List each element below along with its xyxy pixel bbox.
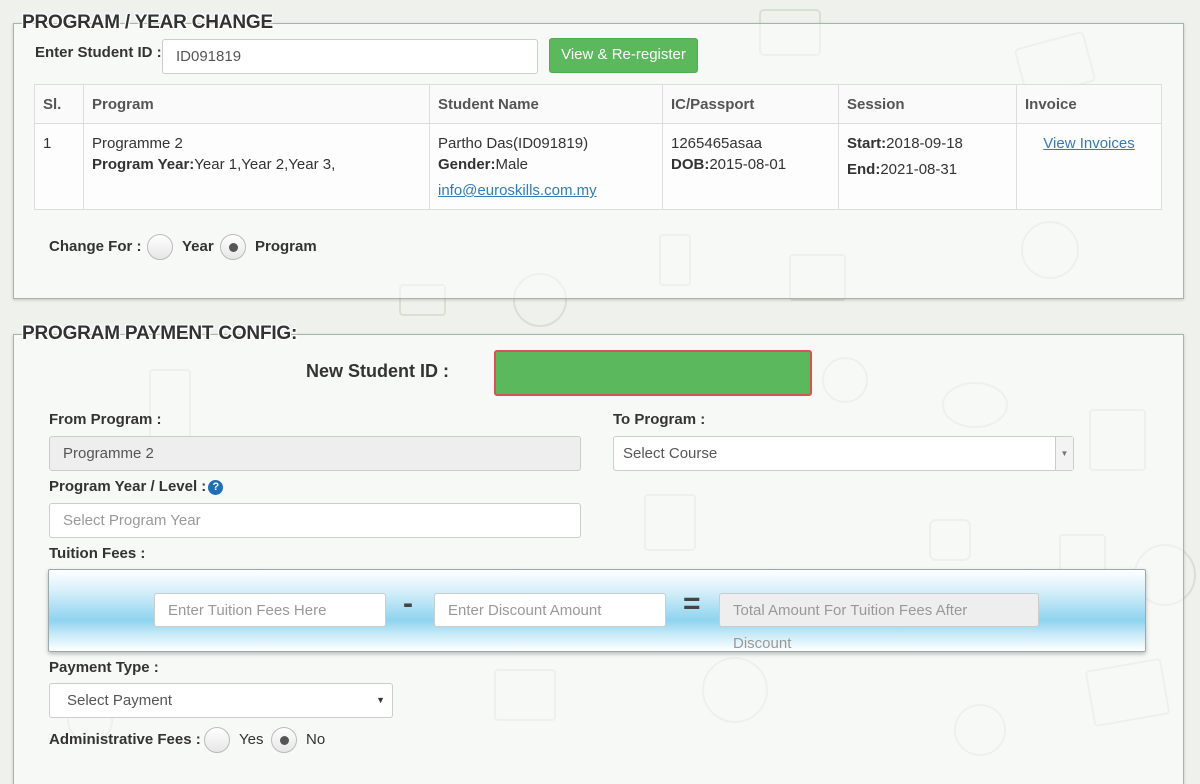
ic-value: 1265465asaa — [671, 135, 762, 152]
cell-ic-passport: 1265465asaa DOB:2015-08-01 — [662, 123, 839, 210]
cell-program: Programme 2 Program Year:Year 1,Year 2,Y… — [83, 123, 430, 210]
header-ic-passport: IC/Passport — [662, 84, 839, 124]
dob-label: DOB: — [671, 156, 710, 173]
new-student-id-field[interactable] — [494, 350, 812, 396]
help-icon[interactable]: ? — [208, 479, 224, 495]
gender-line: Gender:Male — [438, 154, 654, 175]
section1-title: PROGRAM / YEAR CHANGE — [22, 12, 273, 33]
end-value: 2021-08-31 — [880, 161, 958, 178]
table-row: 1 Programme 2 Program Year:Year 1,Year 2… — [34, 123, 1162, 210]
program-year-input[interactable]: Select Program Year — [49, 503, 581, 538]
gender-label: Gender: — [438, 156, 496, 173]
student-name: Partho Das(ID091819) — [438, 135, 589, 152]
to-program-label: To Program : — [613, 411, 706, 428]
change-for-program-radio[interactable] — [220, 234, 246, 260]
to-program-select[interactable]: Select Course ▼ — [613, 436, 1074, 471]
change-for-year-label: Year — [182, 238, 214, 255]
payment-type-label: Payment Type : — [49, 659, 159, 676]
student-id-input[interactable]: ID091819 — [162, 39, 538, 74]
total-amount-input: Total Amount For Tuition Fees After Disc… — [719, 593, 1039, 652]
admin-fees-label: Administrative Fees : — [49, 731, 201, 748]
email-link[interactable]: info@euroskills.com.my — [438, 182, 597, 199]
payment-type-value: Select Payment — [67, 692, 173, 709]
view-invoices-link[interactable]: View Invoices — [1043, 135, 1134, 152]
minus-sign: - — [403, 587, 413, 620]
email-line: info@euroskills.com.my — [438, 180, 654, 201]
start-value: 2018-09-18 — [886, 135, 963, 152]
admin-fees-no-label: No — [306, 731, 326, 748]
student-id-label: Enter Student ID : — [35, 44, 162, 61]
admin-fees-no-radio[interactable] — [271, 727, 297, 753]
header-invoice: Invoice — [1016, 84, 1162, 124]
select-arrow-icon: ▼ — [1055, 437, 1073, 470]
tuition-fees-band: Enter Tuition Fees Here - Enter Discount… — [48, 569, 1146, 652]
program-year-line: Program Year:Year 1,Year 2,Year 3, — [92, 154, 421, 175]
admin-fees-yes-label: Yes — [239, 731, 264, 748]
end-line: End:2021-08-31 — [847, 159, 1008, 180]
header-student-name: Student Name — [429, 84, 663, 124]
end-label: End: — [847, 161, 881, 178]
from-program-input: Programme 2 — [49, 436, 581, 471]
student-table: Sl. Program Student Name IC/Passport Ses… — [34, 84, 1162, 210]
new-student-id-label: New Student ID : — [306, 361, 449, 381]
program-name: Programme 2 — [92, 135, 183, 152]
gender-value: Male — [495, 156, 529, 173]
start-label: Start: — [847, 135, 887, 152]
view-reregister-button[interactable]: View & Re-register — [549, 38, 698, 73]
program-year-level-text: Program Year / Level : — [49, 478, 207, 495]
from-program-label: From Program : — [49, 411, 162, 428]
change-for-year-radio[interactable] — [147, 234, 173, 260]
header-session: Session — [838, 84, 1017, 124]
equals-sign: = — [683, 587, 701, 620]
change-for-program-label: Program — [255, 238, 317, 255]
cell-invoice: View Invoices — [1016, 123, 1162, 210]
start-line: Start:2018-09-18 — [847, 133, 1008, 154]
program-year-label: Program Year: — [92, 156, 195, 173]
tuition-fees-label: Tuition Fees : — [49, 545, 146, 562]
dob-value: 2015-08-01 — [709, 156, 787, 173]
to-program-value: Select Course — [623, 445, 718, 462]
cell-session: Start:2018-09-18 End:2021-08-31 — [838, 123, 1017, 210]
cell-student-name: Partho Das(ID091819) Gender:Male info@eu… — [429, 123, 663, 210]
section2-title: PROGRAM PAYMENT CONFIG: — [22, 323, 298, 344]
table-header-row: Sl. Program Student Name IC/Passport Ses… — [34, 84, 1162, 124]
program-year-value: Year 1,Year 2,Year 3, — [194, 156, 336, 173]
dropdown-caret-icon: ▼ — [376, 695, 385, 705]
discount-amount-input[interactable]: Enter Discount Amount — [434, 593, 666, 627]
header-program: Program — [83, 84, 430, 124]
admin-fees-yes-radio[interactable] — [204, 727, 230, 753]
program-year-level-label: Program Year / Level :? — [49, 478, 224, 495]
payment-type-select[interactable]: Select Payment ▼ — [49, 683, 393, 718]
change-for-label: Change For : — [49, 238, 142, 255]
tuition-fees-input[interactable]: Enter Tuition Fees Here — [154, 593, 386, 627]
header-sl: Sl. — [34, 84, 84, 124]
cell-sl: 1 — [34, 123, 84, 210]
dob-line: DOB:2015-08-01 — [671, 154, 830, 175]
